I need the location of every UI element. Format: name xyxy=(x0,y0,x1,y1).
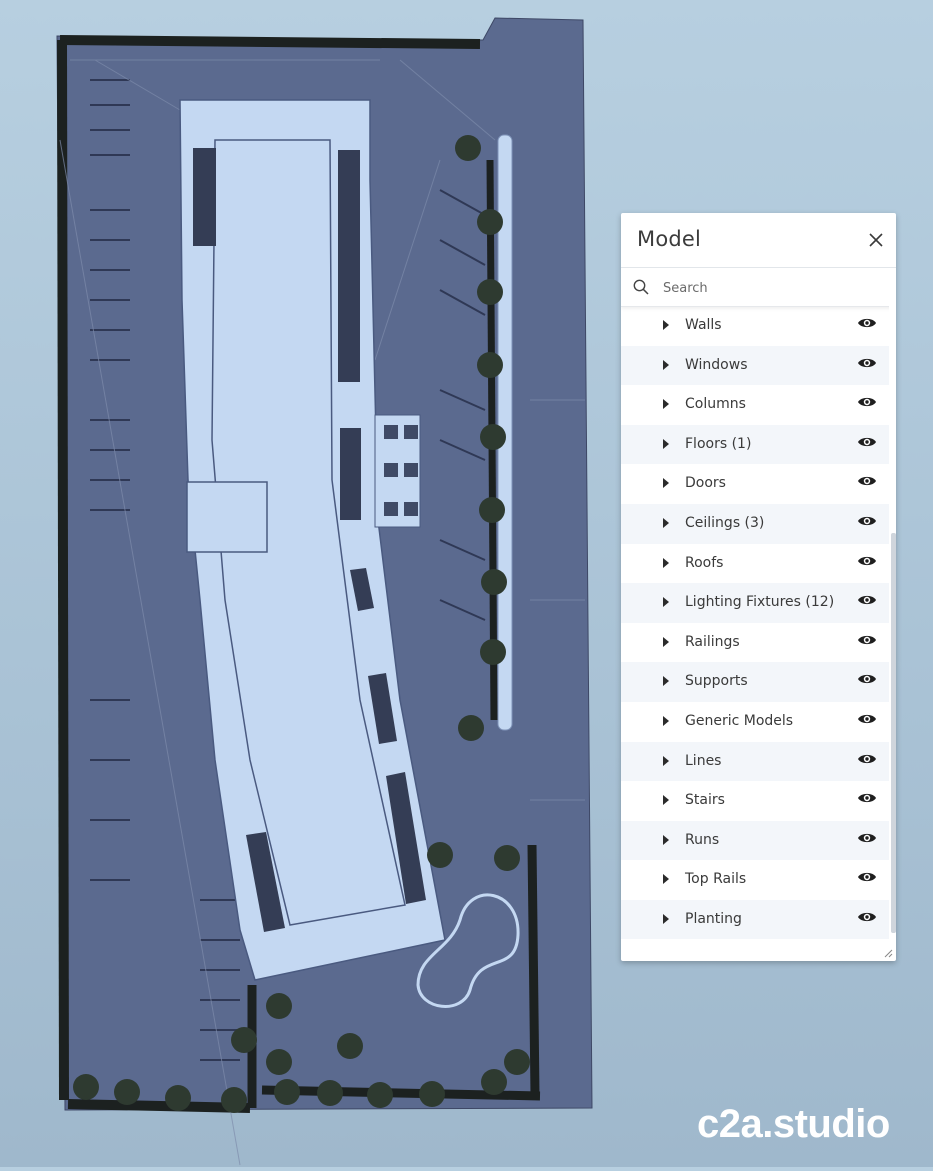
tree-row[interactable]: Railings xyxy=(621,623,889,663)
visibility-eye-icon[interactable] xyxy=(857,870,877,884)
search-icon xyxy=(633,279,649,295)
tree-row[interactable]: Planting xyxy=(621,899,889,939)
tree-row[interactable]: Columns xyxy=(621,385,889,425)
tree-row[interactable]: Windows xyxy=(621,345,889,386)
tree-row-label: Roofs xyxy=(685,554,724,571)
expand-arrow-icon[interactable] xyxy=(663,795,669,806)
tree-row-label: Runs xyxy=(685,831,720,848)
expand-arrow-icon[interactable] xyxy=(663,676,669,687)
visibility-eye-icon[interactable] xyxy=(857,752,877,766)
visibility-eye-icon[interactable] xyxy=(857,356,877,370)
visibility-eye-icon[interactable] xyxy=(857,712,877,726)
expand-arrow-icon[interactable] xyxy=(663,636,669,647)
visibility-eye-icon[interactable] xyxy=(857,672,877,686)
tree-row-label: Planting xyxy=(685,910,742,927)
expand-arrow-icon[interactable] xyxy=(663,715,669,726)
tree-row[interactable]: Lines xyxy=(621,741,889,782)
tree-row[interactable]: Stairs xyxy=(621,781,889,821)
expand-arrow-icon[interactable] xyxy=(663,478,669,489)
tree-row-label: Columns xyxy=(685,396,746,413)
search-input[interactable] xyxy=(661,275,885,301)
close-button[interactable] xyxy=(866,230,886,250)
tree-row-label: Doors xyxy=(685,475,726,492)
visibility-eye-icon[interactable] xyxy=(857,554,877,568)
expand-arrow-icon[interactable] xyxy=(663,517,669,528)
expand-arrow-icon[interactable] xyxy=(663,913,669,924)
resize-handle-icon[interactable] xyxy=(883,948,893,958)
tree-row-label: Ceilings (3) xyxy=(685,514,765,531)
visibility-eye-icon[interactable] xyxy=(857,791,877,805)
model-browser-panel: Model Walls Windows Columns Floors (1) Doors… xyxy=(621,213,896,961)
visibility-eye-icon[interactable] xyxy=(857,514,877,528)
tree-row[interactable]: Supports xyxy=(621,662,889,702)
panel-title: Model xyxy=(637,227,702,251)
tree-row-label: Floors (1) xyxy=(685,435,752,452)
tree-row-label: Lines xyxy=(685,752,722,769)
model-tree: Walls Windows Columns Floors (1) Doors Ceilin… xyxy=(621,306,889,939)
search-bar xyxy=(621,268,896,307)
expand-arrow-icon[interactable] xyxy=(663,557,669,568)
tree-row-label: Windows xyxy=(685,356,748,373)
tree-row-label: Railings xyxy=(685,633,740,650)
expand-arrow-icon[interactable] xyxy=(663,834,669,845)
tree-row-label: Stairs xyxy=(685,792,725,809)
visibility-eye-icon[interactable] xyxy=(857,316,877,330)
tree-row[interactable]: Runs xyxy=(621,820,889,861)
tree-row-label: Top Rails xyxy=(685,871,747,888)
expand-arrow-icon[interactable] xyxy=(663,874,669,885)
visibility-eye-icon[interactable] xyxy=(857,831,877,845)
tree-row[interactable]: Roofs xyxy=(621,544,889,584)
tree-row[interactable]: Generic Models xyxy=(621,702,889,742)
tree-row-label: Walls xyxy=(685,317,722,333)
tree-row[interactable]: Top Rails xyxy=(621,860,889,900)
scrollbar-thumb[interactable] xyxy=(891,533,896,933)
tree-row-label: Supports xyxy=(685,673,748,690)
visibility-eye-icon[interactable] xyxy=(857,910,877,924)
visibility-eye-icon[interactable] xyxy=(857,474,877,488)
tree-row[interactable]: Lighting Fixtures (12) xyxy=(621,583,889,623)
close-icon xyxy=(869,233,883,247)
tree-row[interactable]: Floors (1) xyxy=(621,424,889,465)
expand-arrow-icon[interactable] xyxy=(663,597,669,608)
expand-arrow-icon[interactable] xyxy=(663,320,669,330)
expand-arrow-icon[interactable] xyxy=(663,755,669,766)
tree-row[interactable]: Ceilings (3) xyxy=(621,503,889,544)
tree-row[interactable]: Doors xyxy=(621,464,889,504)
brand-logo: c2a.studio xyxy=(697,1102,890,1146)
visibility-eye-icon[interactable] xyxy=(857,593,877,607)
expand-arrow-icon[interactable] xyxy=(663,399,669,410)
tree-row[interactable]: Walls xyxy=(621,306,889,346)
tree-row-label: Lighting Fixtures (12) xyxy=(685,594,835,611)
expand-arrow-icon[interactable] xyxy=(663,438,669,449)
expand-arrow-icon[interactable] xyxy=(663,359,669,370)
visibility-eye-icon[interactable] xyxy=(857,435,877,449)
panel-header: Model xyxy=(621,213,896,268)
visibility-eye-icon[interactable] xyxy=(857,633,877,647)
visibility-eye-icon[interactable] xyxy=(857,395,877,409)
tree-row-label: Generic Models xyxy=(685,712,794,729)
